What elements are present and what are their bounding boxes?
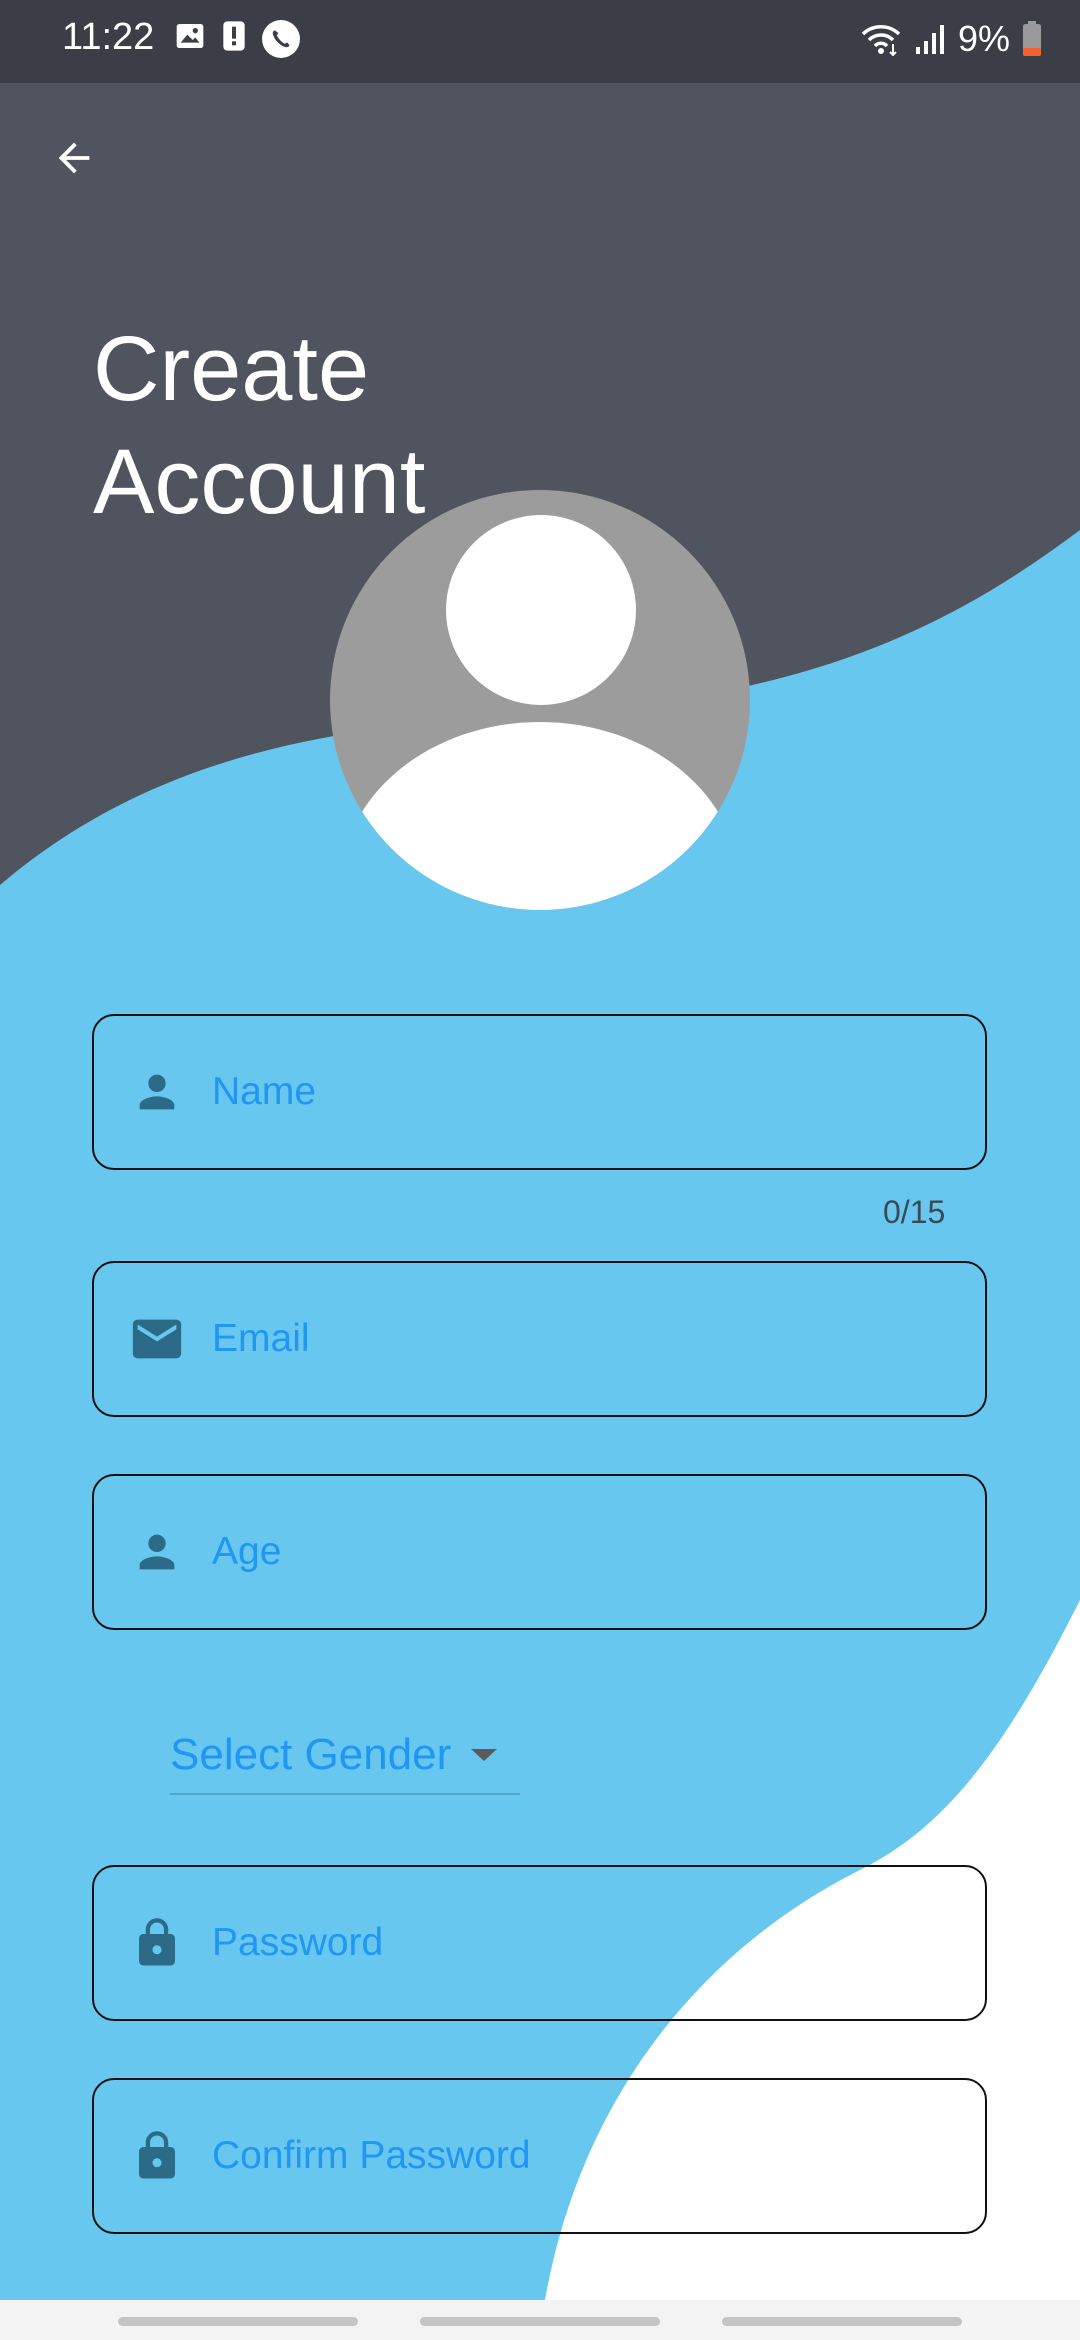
system-navigation-bar <box>0 2300 1080 2340</box>
password-field-label: Password <box>212 1921 384 1964</box>
age-field-label: Age <box>212 1530 282 1573</box>
name-field[interactable]: Name <box>92 1014 987 1170</box>
name-field-label: Name <box>212 1070 317 1113</box>
gender-dropdown-label: Select Gender <box>170 1730 452 1779</box>
phone-icon <box>262 20 300 58</box>
person-icon <box>127 1062 187 1122</box>
lock-icon <box>127 1913 187 1973</box>
age-field[interactable]: Age <box>92 1474 987 1630</box>
status-system-icons: 9% <box>860 18 1042 60</box>
arrow-left-icon <box>58 142 90 174</box>
nav-recents-button[interactable] <box>118 2317 358 2326</box>
battery-percentage: 9% <box>957 18 1010 59</box>
caret-down-icon <box>471 1749 498 1761</box>
email-field-label: Email <box>212 1317 310 1360</box>
avatar-head-shape <box>446 515 636 705</box>
image-icon <box>176 24 204 48</box>
back-button[interactable] <box>46 130 102 186</box>
alert-icon <box>223 21 245 51</box>
avatar-body-shape <box>340 722 740 910</box>
status-notification-icons <box>174 20 300 58</box>
name-character-counter: 0/15 <box>883 1194 946 1230</box>
profile-avatar-picker[interactable] <box>330 490 750 910</box>
status-bar: 11:22 9% <box>0 0 1080 83</box>
nav-home-button[interactable] <box>420 2317 660 2326</box>
email-field[interactable]: Email <box>92 1261 987 1417</box>
status-time: 11:22 <box>62 16 155 58</box>
person-icon <box>127 1522 187 1582</box>
confirm-password-field[interactable]: Confirm Password <box>92 2078 987 2234</box>
confirm-password-field-label: Confirm Password <box>212 2134 531 2177</box>
battery-icon <box>1023 21 1041 56</box>
mail-icon <box>127 1309 187 1369</box>
lock-icon <box>127 2126 187 2186</box>
page-title-line-1: Create <box>93 318 370 420</box>
password-field[interactable]: Password <box>92 1865 987 2021</box>
signal-icon <box>915 25 944 54</box>
wifi-icon <box>861 25 901 56</box>
nav-back-button[interactable] <box>722 2317 962 2326</box>
gender-dropdown[interactable]: Select Gender <box>170 1717 520 1795</box>
